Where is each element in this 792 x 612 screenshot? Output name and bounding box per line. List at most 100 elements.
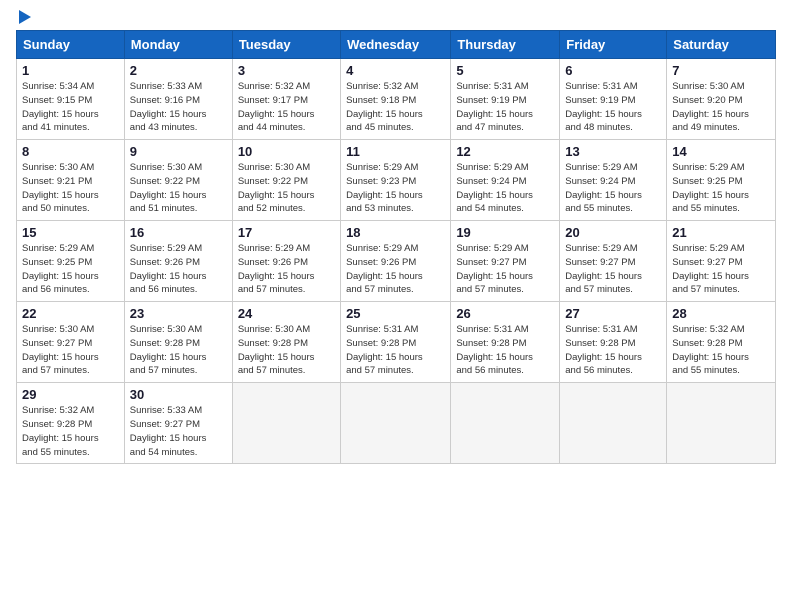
- day-number: 8: [22, 144, 119, 159]
- day-number: 17: [238, 225, 335, 240]
- calendar-header-wednesday: Wednesday: [341, 31, 451, 59]
- day-info: Sunrise: 5:32 AM Sunset: 9:17 PM Dayligh…: [238, 80, 335, 135]
- calendar-cell: 23Sunrise: 5:30 AM Sunset: 9:28 PM Dayli…: [124, 302, 232, 383]
- day-info: Sunrise: 5:30 AM Sunset: 9:20 PM Dayligh…: [672, 80, 770, 135]
- day-number: 9: [130, 144, 227, 159]
- day-info: Sunrise: 5:30 AM Sunset: 9:21 PM Dayligh…: [22, 161, 119, 216]
- day-info: Sunrise: 5:30 AM Sunset: 9:27 PM Dayligh…: [22, 323, 119, 378]
- day-number: 24: [238, 306, 335, 321]
- calendar-cell: 30 Sunrise: 5:33 AM Sunset: 9:27 PM Dayli…: [124, 383, 232, 464]
- day-info: Sunrise: 5:29 AM Sunset: 9:27 PM Dayligh…: [456, 242, 554, 297]
- day-number: 19: [456, 225, 554, 240]
- day-info: Sunrise: 5:33 AM Sunset: 9:27 PM Dayligh…: [130, 404, 227, 459]
- day-info: Sunrise: 5:30 AM Sunset: 9:28 PM Dayligh…: [238, 323, 335, 378]
- day-info: Sunrise: 5:29 AM Sunset: 9:27 PM Dayligh…: [672, 242, 770, 297]
- day-number: 13: [565, 144, 661, 159]
- day-info: Sunrise: 5:29 AM Sunset: 9:24 PM Dayligh…: [456, 161, 554, 216]
- calendar-cell: [451, 383, 560, 464]
- calendar-cell: 4 Sunrise: 5:32 AM Sunset: 9:18 PM Daylig…: [341, 59, 451, 140]
- calendar-header-friday: Friday: [560, 31, 667, 59]
- day-number: 1: [22, 63, 119, 78]
- day-info: Sunrise: 5:30 AM Sunset: 9:22 PM Dayligh…: [130, 161, 227, 216]
- calendar-cell: 5 Sunrise: 5:31 AM Sunset: 9:19 PM Daylig…: [451, 59, 560, 140]
- day-info: Sunrise: 5:29 AM Sunset: 9:25 PM Dayligh…: [672, 161, 770, 216]
- calendar-cell: 24 Sunrise: 5:30 AM Sunset: 9:28 PM Dayli…: [232, 302, 340, 383]
- day-info: Sunrise: 5:33 AM Sunset: 9:16 PM Dayligh…: [130, 80, 227, 135]
- day-number: 22: [22, 306, 119, 321]
- day-info: Sunrise: 5:32 AM Sunset: 9:28 PM Dayligh…: [22, 404, 119, 459]
- day-number: 5: [456, 63, 554, 78]
- calendar-week-2: 8 Sunrise: 5:30 AM Sunset: 9:21 PM Daylig…: [17, 140, 776, 221]
- day-number: 12: [456, 144, 554, 159]
- day-info: Sunrise: 5:32 AM Sunset: 9:28 PM Dayligh…: [672, 323, 770, 378]
- day-number: 27: [565, 306, 661, 321]
- calendar-cell: 18 Sunrise: 5:29 AM Sunset: 9:26 PM Dayli…: [341, 221, 451, 302]
- day-number: 3: [238, 63, 335, 78]
- calendar-table: SundayMondayTuesdayWednesdayThursdayFrid…: [16, 30, 776, 464]
- calendar-cell: 26 Sunrise: 5:31 AM Sunset: 9:28 PM Dayli…: [451, 302, 560, 383]
- calendar-week-5: 29 Sunrise: 5:32 AM Sunset: 9:28 PM Dayli…: [17, 383, 776, 464]
- calendar-header-thursday: Thursday: [451, 31, 560, 59]
- calendar-cell: 2 Sunrise: 5:33 AM Sunset: 9:16 PM Daylig…: [124, 59, 232, 140]
- day-info: Sunrise: 5:29 AM Sunset: 9:26 PM Dayligh…: [130, 242, 227, 297]
- calendar-cell: 3 Sunrise: 5:32 AM Sunset: 9:17 PM Daylig…: [232, 59, 340, 140]
- day-number: 18: [346, 225, 445, 240]
- day-info: Sunrise: 5:31 AM Sunset: 9:28 PM Dayligh…: [456, 323, 554, 378]
- calendar-cell: 21 Sunrise: 5:29 AM Sunset: 9:27 PM Dayli…: [667, 221, 776, 302]
- day-info: Sunrise: 5:29 AM Sunset: 9:24 PM Dayligh…: [565, 161, 661, 216]
- calendar-cell: 15 Sunrise: 5:29 AM Sunset: 9:25 PM Dayli…: [17, 221, 125, 302]
- day-number: 25: [346, 306, 445, 321]
- day-number: 26: [456, 306, 554, 321]
- calendar-cell: [341, 383, 451, 464]
- day-number: 15: [22, 225, 119, 240]
- logo-chevron-icon: [19, 10, 31, 24]
- calendar-header-sunday: Sunday: [17, 31, 125, 59]
- header: [16, 10, 776, 24]
- calendar-cell: 6 Sunrise: 5:31 AM Sunset: 9:19 PM Daylig…: [560, 59, 667, 140]
- calendar-week-3: 15 Sunrise: 5:29 AM Sunset: 9:25 PM Dayli…: [17, 221, 776, 302]
- day-info: Sunrise: 5:31 AM Sunset: 9:28 PM Dayligh…: [346, 323, 445, 378]
- day-number: 4: [346, 63, 445, 78]
- day-number: 30: [130, 387, 227, 402]
- calendar-cell: 10Sunrise: 5:30 AM Sunset: 9:22 PM Dayli…: [232, 140, 340, 221]
- calendar-cell: 11Sunrise: 5:29 AM Sunset: 9:23 PM Dayli…: [341, 140, 451, 221]
- day-number: 6: [565, 63, 661, 78]
- calendar-cell: 25 Sunrise: 5:31 AM Sunset: 9:28 PM Dayli…: [341, 302, 451, 383]
- day-info: Sunrise: 5:30 AM Sunset: 9:28 PM Dayligh…: [130, 323, 227, 378]
- calendar-cell: 12 Sunrise: 5:29 AM Sunset: 9:24 PM Dayli…: [451, 140, 560, 221]
- day-number: 21: [672, 225, 770, 240]
- calendar-week-1: 1 Sunrise: 5:34 AM Sunset: 9:15 PM Daylig…: [17, 59, 776, 140]
- day-info: Sunrise: 5:31 AM Sunset: 9:28 PM Dayligh…: [565, 323, 661, 378]
- calendar-cell: [560, 383, 667, 464]
- day-info: Sunrise: 5:32 AM Sunset: 9:18 PM Dayligh…: [346, 80, 445, 135]
- calendar-cell: 7 Sunrise: 5:30 AM Sunset: 9:20 PM Daylig…: [667, 59, 776, 140]
- day-number: 29: [22, 387, 119, 402]
- calendar-cell: 16 Sunrise: 5:29 AM Sunset: 9:26 PM Dayli…: [124, 221, 232, 302]
- calendar-cell: 17Sunrise: 5:29 AM Sunset: 9:26 PM Dayli…: [232, 221, 340, 302]
- calendar-cell: 20 Sunrise: 5:29 AM Sunset: 9:27 PM Dayli…: [560, 221, 667, 302]
- calendar-week-4: 22 Sunrise: 5:30 AM Sunset: 9:27 PM Dayli…: [17, 302, 776, 383]
- day-info: Sunrise: 5:31 AM Sunset: 9:19 PM Dayligh…: [456, 80, 554, 135]
- day-number: 2: [130, 63, 227, 78]
- calendar-cell: 8 Sunrise: 5:30 AM Sunset: 9:21 PM Daylig…: [17, 140, 125, 221]
- calendar-header-monday: Monday: [124, 31, 232, 59]
- calendar-header-saturday: Saturday: [667, 31, 776, 59]
- day-info: Sunrise: 5:30 AM Sunset: 9:22 PM Dayligh…: [238, 161, 335, 216]
- day-number: 16: [130, 225, 227, 240]
- day-number: 28: [672, 306, 770, 321]
- day-info: Sunrise: 5:31 AM Sunset: 9:19 PM Dayligh…: [565, 80, 661, 135]
- day-info: Sunrise: 5:29 AM Sunset: 9:26 PM Dayligh…: [346, 242, 445, 297]
- calendar-cell: 19 Sunrise: 5:29 AM Sunset: 9:27 PM Dayli…: [451, 221, 560, 302]
- calendar-cell: 14Sunrise: 5:29 AM Sunset: 9:25 PM Dayli…: [667, 140, 776, 221]
- day-number: 7: [672, 63, 770, 78]
- day-number: 20: [565, 225, 661, 240]
- day-info: Sunrise: 5:29 AM Sunset: 9:27 PM Dayligh…: [565, 242, 661, 297]
- calendar-cell: [232, 383, 340, 464]
- calendar-cell: 13 Sunrise: 5:29 AM Sunset: 9:24 PM Dayli…: [560, 140, 667, 221]
- page: SundayMondayTuesdayWednesdayThursdayFrid…: [0, 0, 792, 612]
- day-number: 11: [346, 144, 445, 159]
- calendar-cell: 29 Sunrise: 5:32 AM Sunset: 9:28 PM Dayli…: [17, 383, 125, 464]
- calendar-cell: 22 Sunrise: 5:30 AM Sunset: 9:27 PM Dayli…: [17, 302, 125, 383]
- day-info: Sunrise: 5:29 AM Sunset: 9:25 PM Dayligh…: [22, 242, 119, 297]
- day-info: Sunrise: 5:34 AM Sunset: 9:15 PM Dayligh…: [22, 80, 119, 135]
